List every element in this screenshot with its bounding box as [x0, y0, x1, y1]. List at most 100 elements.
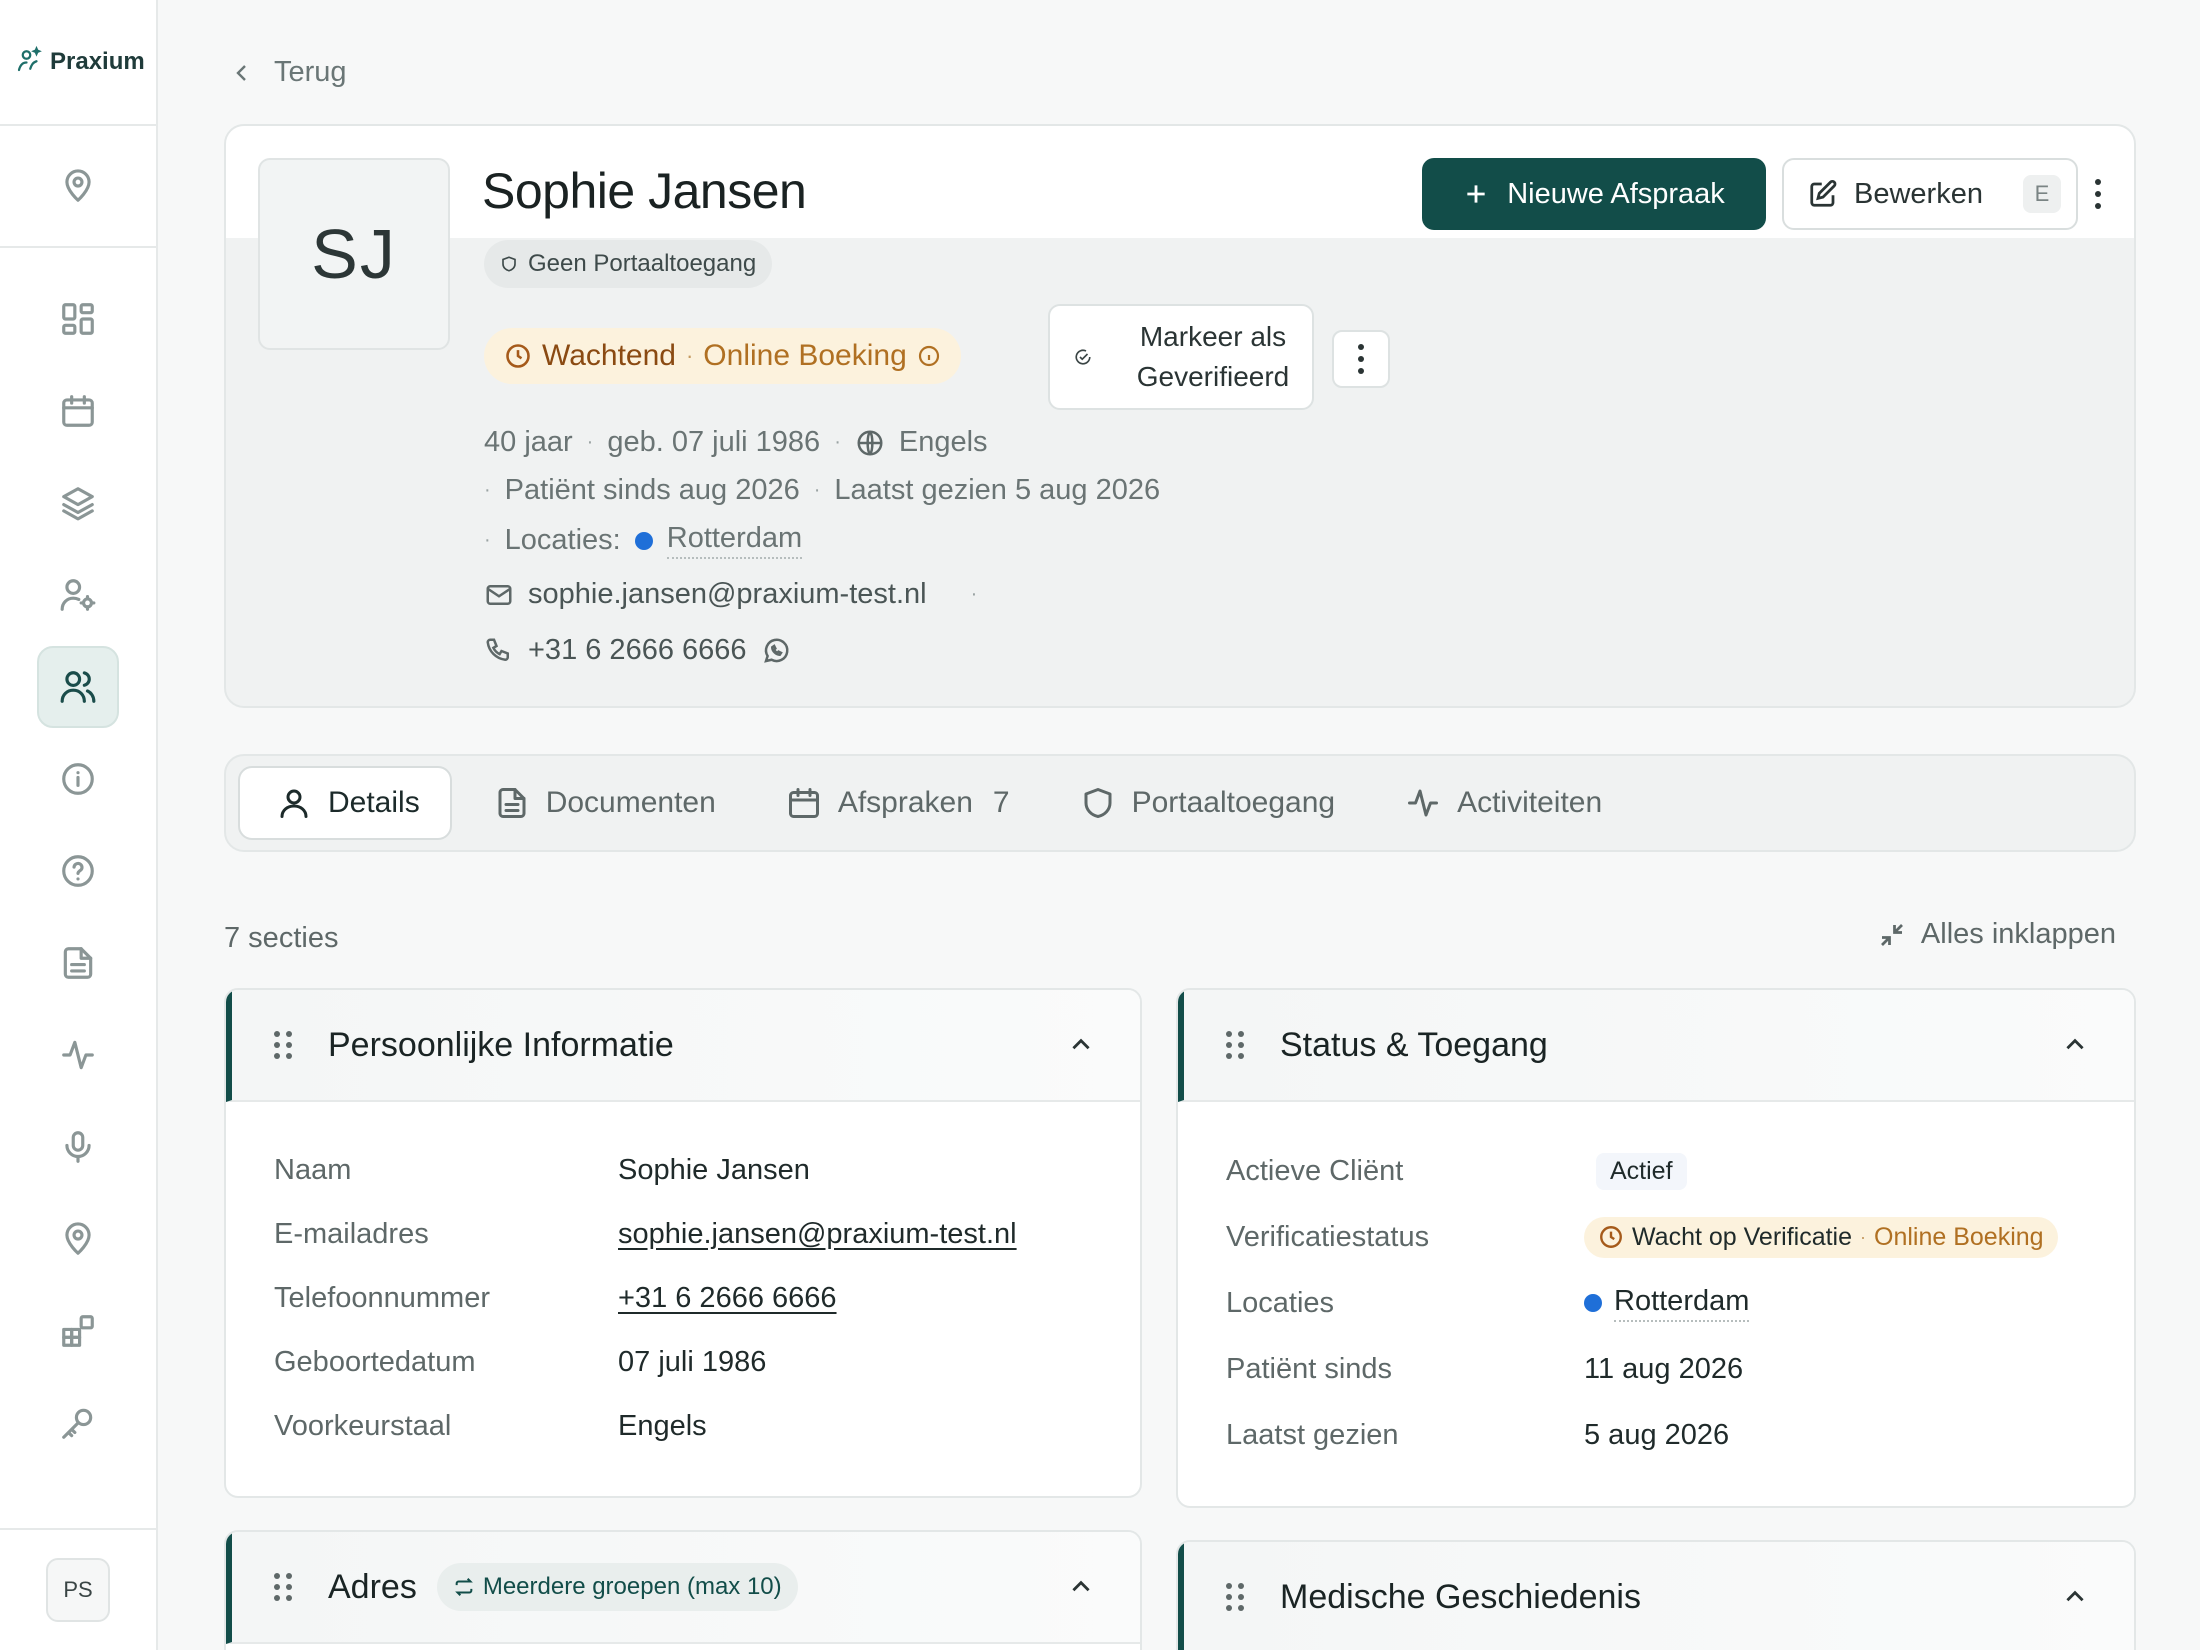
- row-label: E-mailadres: [274, 1217, 429, 1250]
- collapse-all-label: Alles inklappen: [1920, 918, 2116, 950]
- calendar-icon: [788, 788, 819, 818]
- sections-count: 7 secties: [224, 922, 339, 954]
- info-icon[interactable]: [917, 344, 941, 368]
- avatar[interactable]: PS: [46, 1558, 110, 1622]
- section-header[interactable]: Persoonlijke Informatie: [226, 990, 1140, 1102]
- patient-tabs: Details Documenten Afspraken 7 Portaalto…: [224, 754, 2136, 852]
- whatsapp-icon[interactable]: [761, 636, 791, 666]
- info-icon: [62, 763, 94, 795]
- row-value: 11 aug 2026: [1584, 1352, 1744, 1385]
- nav-documents[interactable]: [37, 922, 119, 1004]
- collapse-all-button[interactable]: Alles inklappen: [1877, 918, 2116, 951]
- location-pin-icon: [65, 1222, 91, 1255]
- drag-handle-icon[interactable]: [1226, 1031, 1244, 1059]
- phone-line: +31 6 2666 6666: [484, 634, 791, 667]
- nav-microphone[interactable]: [37, 1106, 119, 1188]
- check-circle-icon: [1075, 349, 1091, 365]
- section-header[interactable]: Status & Toegang: [1178, 990, 2134, 1102]
- status-label: Wachtend: [542, 339, 676, 372]
- verification-badge: Wacht op Verificatie · Online Boeking: [1584, 1216, 2058, 1258]
- section-header[interactable]: Adres Meerdere groepen (max 10): [226, 1532, 1140, 1644]
- nav-calendar[interactable]: [37, 370, 119, 452]
- minimize-icon: [1880, 923, 1903, 946]
- section-title: Medische Geschiedenis: [1280, 1577, 1641, 1616]
- nav-dashboard[interactable]: [37, 278, 119, 360]
- patient-language: Engels: [898, 426, 988, 458]
- chevron-up-icon[interactable]: [2062, 1584, 2088, 1615]
- patient-birth: geb. 07 juli 1986: [607, 426, 821, 458]
- tab-label: Documenten: [545, 786, 716, 819]
- phone-link[interactable]: +31 6 2666 6666: [618, 1282, 837, 1315]
- location-dot: [1584, 1294, 1602, 1312]
- nav-layers[interactable]: [37, 462, 119, 544]
- layers-icon: [62, 487, 94, 521]
- chevron-up-icon[interactable]: [1068, 1574, 1094, 1605]
- nav-info[interactable]: [37, 738, 119, 820]
- mark-verified-button[interactable]: Markeer als Geverifieerd: [1048, 304, 1314, 410]
- tab-details[interactable]: Details: [238, 766, 452, 840]
- edit-button[interactable]: Bewerken E: [1782, 158, 2078, 230]
- nav-help[interactable]: [37, 830, 119, 912]
- groups-badge-label: Meerdere groepen (max 10): [482, 1573, 782, 1600]
- nav-user-settings[interactable]: [37, 554, 119, 636]
- tab-label: Activiteiten: [1457, 786, 1603, 819]
- edit-label: Bewerken: [1854, 177, 1983, 210]
- help-icon: [62, 855, 94, 887]
- status-more-button[interactable]: [1332, 330, 1390, 388]
- user-settings-icon: [60, 579, 96, 611]
- activity-icon: [62, 1040, 94, 1070]
- nav-keys[interactable]: [37, 1382, 119, 1464]
- repeat-icon: [454, 1578, 473, 1596]
- location-name[interactable]: Rotterdam: [1614, 1285, 1750, 1322]
- user-menu[interactable]: PS: [0, 1528, 156, 1650]
- drag-handle-icon[interactable]: [274, 1573, 292, 1601]
- last-seen: Laatst gezien 5 aug 2026: [834, 474, 1161, 506]
- portal-access-label: Geen Portaaltoegang: [528, 250, 757, 277]
- nav-activity[interactable]: [37, 1014, 119, 1096]
- patient-phone[interactable]: +31 6 2666 6666: [528, 634, 747, 667]
- location-switcher[interactable]: [0, 126, 156, 248]
- more-actions-button[interactable]: [2074, 170, 2122, 218]
- praxium-logo-icon: [14, 45, 44, 80]
- patient-email[interactable]: sophie.jansen@praxium-test.nl: [528, 578, 927, 611]
- tab-appointments[interactable]: Afspraken 7: [758, 766, 1038, 840]
- chevron-up-icon[interactable]: [2062, 1032, 2088, 1063]
- patient-name: Sophie Jansen: [482, 163, 807, 219]
- location-dot: [634, 531, 653, 550]
- row-label: Naam: [274, 1153, 352, 1186]
- drag-handle-icon[interactable]: [274, 1031, 292, 1059]
- row-label: Voorkeurstaal: [274, 1409, 452, 1442]
- section-header[interactable]: Medische Geschiedenis: [1178, 1542, 2134, 1650]
- section-title: Adres: [328, 1567, 417, 1606]
- patient-avatar: SJ: [258, 158, 450, 350]
- row-label: Patiënt sinds: [1226, 1352, 1393, 1385]
- location-value: Rotterdam: [1584, 1285, 1750, 1322]
- nav-patients[interactable]: [37, 646, 119, 728]
- nav-widgets[interactable]: [37, 1290, 119, 1372]
- meta-line-3: · Locaties: Rotterdam: [484, 522, 803, 559]
- patient-age: 40 jaar: [484, 426, 573, 458]
- new-appointment-label: Nieuwe Afspraak: [1507, 177, 1725, 210]
- back-link[interactable]: Terug: [230, 56, 347, 89]
- activity-icon: [1408, 789, 1439, 817]
- chevron-up-icon[interactable]: [1068, 1032, 1094, 1063]
- info-row: Actieve Cliënt Actief: [1226, 1138, 2134, 1204]
- info-row: Naam Sophie Jansen: [274, 1138, 1140, 1202]
- info-row: Geboortedatum 07 juli 1986: [274, 1330, 1140, 1394]
- location-name[interactable]: Rotterdam: [666, 522, 803, 559]
- drag-handle-icon[interactable]: [1226, 1583, 1244, 1611]
- info-row: E-mailadres sophie.jansen@praxium-test.n…: [274, 1202, 1140, 1266]
- widgets-icon: [62, 1315, 94, 1347]
- email-link[interactable]: sophie.jansen@praxium-test.nl: [618, 1218, 1017, 1251]
- tab-activities[interactable]: Activiteiten: [1377, 766, 1630, 840]
- sidebar-nav: [0, 248, 156, 1464]
- locations-label: Locaties:: [504, 524, 621, 556]
- new-appointment-button[interactable]: Nieuwe Afspraak: [1422, 158, 1766, 230]
- tab-documents[interactable]: Documenten: [466, 766, 744, 840]
- edit-icon: [1810, 179, 1837, 207]
- nav-locations[interactable]: [37, 1198, 119, 1280]
- info-row: Telefoonnummer +31 6 2666 6666: [274, 1266, 1140, 1330]
- patient-since: Patiënt sinds aug 2026: [504, 474, 800, 506]
- tab-portal-access[interactable]: Portaaltoegang: [1052, 766, 1364, 840]
- brand[interactable]: Praxium: [0, 0, 156, 126]
